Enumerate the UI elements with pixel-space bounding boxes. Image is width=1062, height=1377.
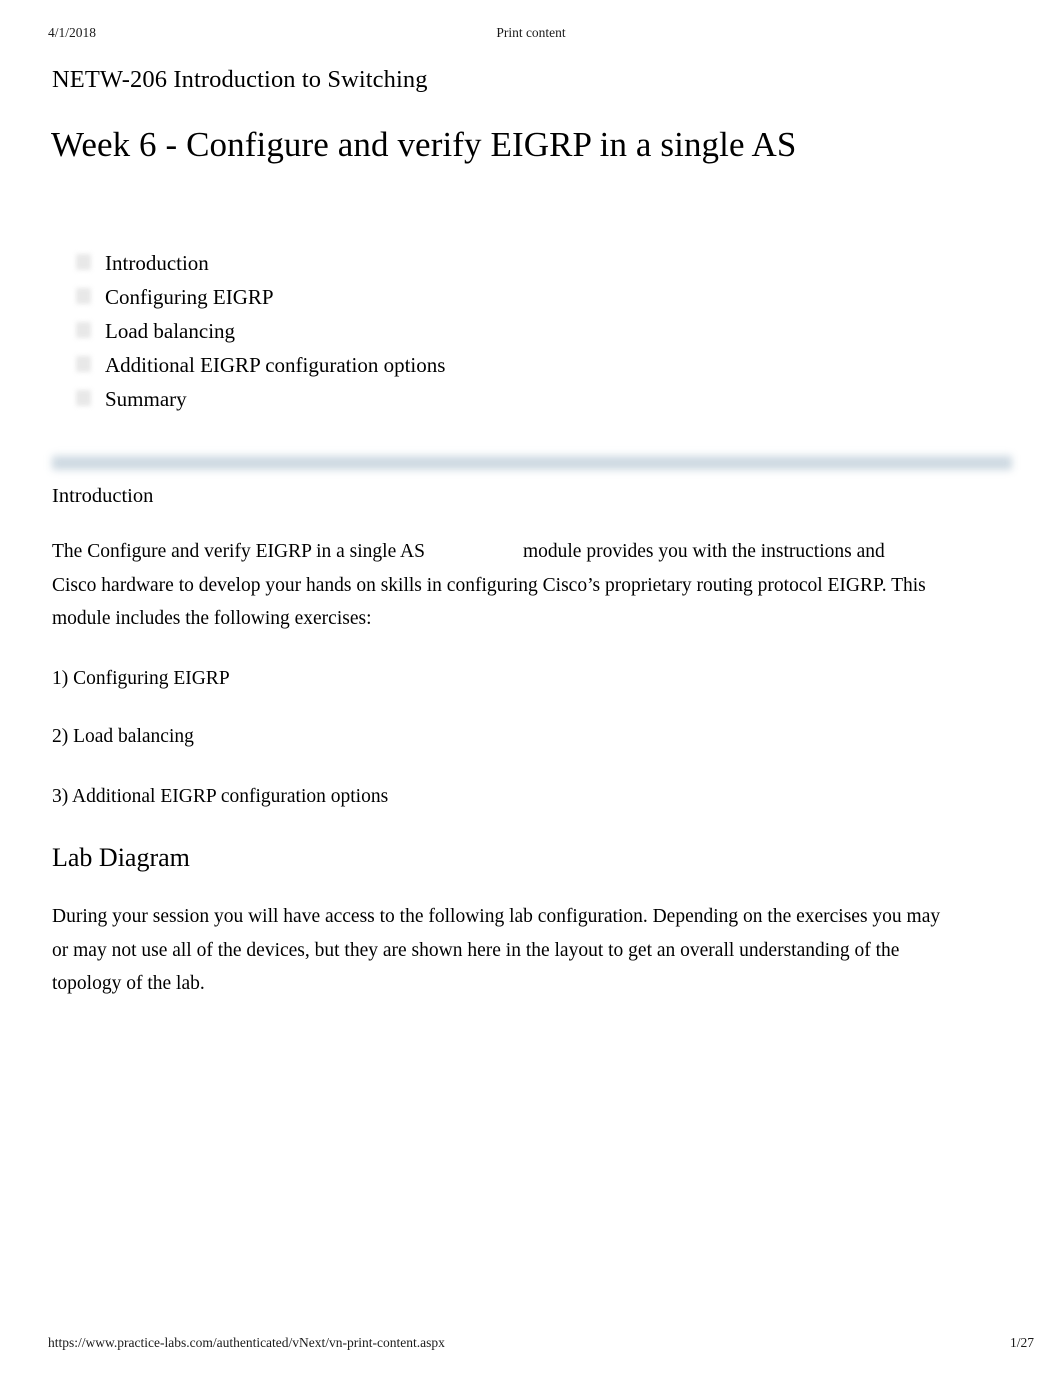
square-bullet-icon — [76, 356, 91, 372]
course-line: NETW-206 Introduction to Switching — [52, 66, 428, 93]
divider-bar-fill — [52, 455, 1012, 470]
exercise-item-1: 1) Configuring EIGRP — [52, 668, 230, 689]
print-page: 4/1/2018 Print content NETW-206 Introduc… — [0, 0, 1062, 1377]
list-item-label: Configuring EIGRP — [105, 285, 274, 309]
print-footer: https://www.practice-labs.com/authentica… — [0, 1333, 1062, 1353]
square-bullet-icon — [76, 254, 91, 270]
list-item[interactable]: Additional EIGRP configuration options — [76, 348, 445, 382]
list-item[interactable]: Configuring EIGRP — [76, 280, 445, 314]
header-title: Print content — [496, 25, 566, 40]
square-bullet-icon — [76, 390, 91, 406]
lab-diagram-paragraph: During your session you will have access… — [52, 906, 941, 994]
section-heading-introduction: Introduction — [52, 485, 154, 507]
introduction-paragraph-part1: The Configure and verify EIGRP in a sing… — [52, 541, 425, 562]
square-bullet-icon — [76, 288, 91, 304]
page-title: Week 6 - Configure and verify EIGRP in a… — [51, 125, 797, 164]
print-header: 4/1/2018 Print content — [0, 22, 1062, 44]
list-item-label: Summary — [105, 387, 187, 411]
list-item[interactable]: Summary — [76, 382, 445, 416]
exercise-item-3: 3) Additional EIGRP configuration option… — [52, 786, 389, 807]
introduction-paragraph: The Configure and verify EIGRP in a sing… — [52, 535, 932, 636]
square-bullet-icon — [76, 322, 91, 338]
list-item-label: Load balancing — [105, 319, 236, 343]
exercise-item-2: 2) Load balancing — [52, 726, 194, 747]
section-heading-lab-diagram: Lab Diagram — [52, 843, 190, 872]
section-divider — [30, 455, 1032, 471]
list-item[interactable]: Load balancing — [76, 314, 445, 348]
footer-url[interactable]: https://www.practice-labs.com/authentica… — [48, 1333, 445, 1353]
list-item-label: Introduction — [105, 251, 209, 275]
footer-page-number: 1/27 — [1009, 1335, 1034, 1350]
list-item[interactable]: Introduction — [76, 246, 445, 280]
table-of-contents: Introduction Configuring EIGRP Load bala… — [76, 246, 445, 416]
list-item-label: Additional EIGRP configuration options — [105, 353, 446, 377]
